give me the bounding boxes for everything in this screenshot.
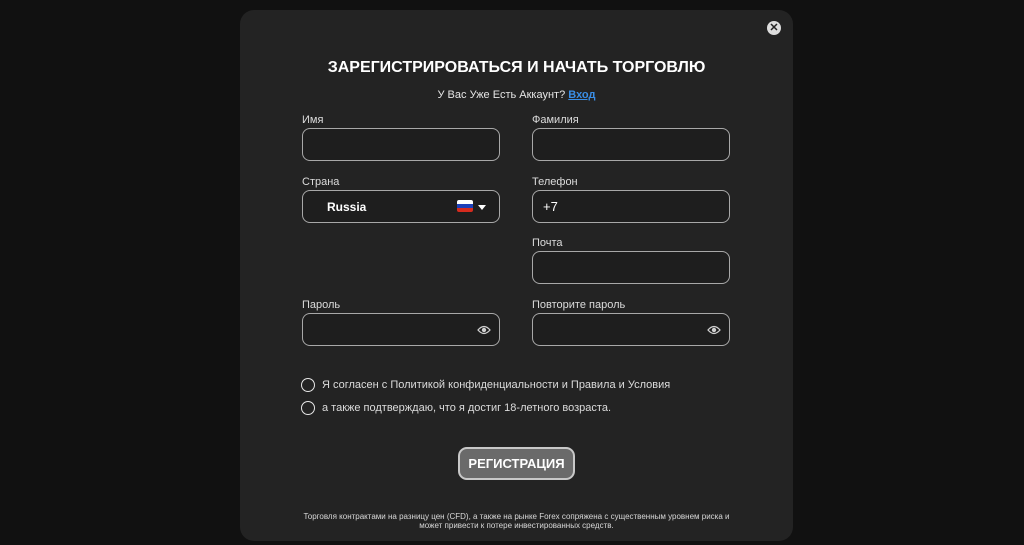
country-label: Страна [302, 176, 340, 188]
have-account-text: У Вас Уже Есть Аккаунт? [437, 89, 566, 101]
close-icon[interactable]: ✕ [767, 21, 781, 35]
risk-disclaimer: Торговля контрактами на разницу цен (CFD… [303, 512, 730, 530]
email-label: Почта [532, 237, 563, 249]
last-name-label: Фамилия [532, 114, 579, 126]
confirm-password-field[interactable] [532, 313, 730, 346]
first-name-field[interactable] [302, 128, 500, 161]
password-field[interactable] [302, 313, 500, 346]
privacy-agreement-text: Я согласен с Политикой конфиденциальност… [322, 379, 671, 391]
age-confirmation-checkbox[interactable] [301, 401, 315, 415]
login-link[interactable]: Вход [568, 89, 595, 101]
registration-modal: ✕ ЗАРЕГИСТРИРОВАТЬСЯ И НАЧАТЬ ТОРГОВЛЮ У… [240, 10, 793, 541]
modal-title: ЗАРЕГИСТРИРОВАТЬСЯ И НАЧАТЬ ТОРГОВЛЮ [327, 59, 706, 76]
confirm-password-label: Повторите пароль [532, 299, 626, 311]
eye-icon[interactable] [707, 324, 721, 336]
age-confirmation-row: а также подтверждаю, что я достиг 18-лет… [301, 401, 611, 415]
russia-flag-icon [457, 200, 473, 212]
register-button[interactable]: РЕГИСТРАЦИЯ [458, 447, 575, 480]
first-name-label: Имя [302, 114, 324, 126]
password-label: Пароль [302, 299, 341, 311]
email-field[interactable] [532, 251, 730, 284]
phone-field[interactable] [532, 190, 730, 223]
last-name-field[interactable] [532, 128, 730, 161]
privacy-agreement-row: Я согласен с Политикой конфиденциальност… [301, 378, 670, 392]
privacy-agreement-checkbox[interactable] [301, 378, 315, 392]
eye-icon[interactable] [477, 324, 491, 336]
chevron-down-icon [478, 205, 486, 210]
login-prompt: У Вас Уже Есть Аккаунт? Вход [240, 89, 793, 101]
country-value: Russia [327, 199, 367, 214]
phone-label: Телефон [532, 176, 578, 188]
country-select[interactable]: Russia [302, 190, 500, 223]
age-confirmation-text: а также подтверждаю, что я достиг 18-лет… [322, 402, 611, 414]
